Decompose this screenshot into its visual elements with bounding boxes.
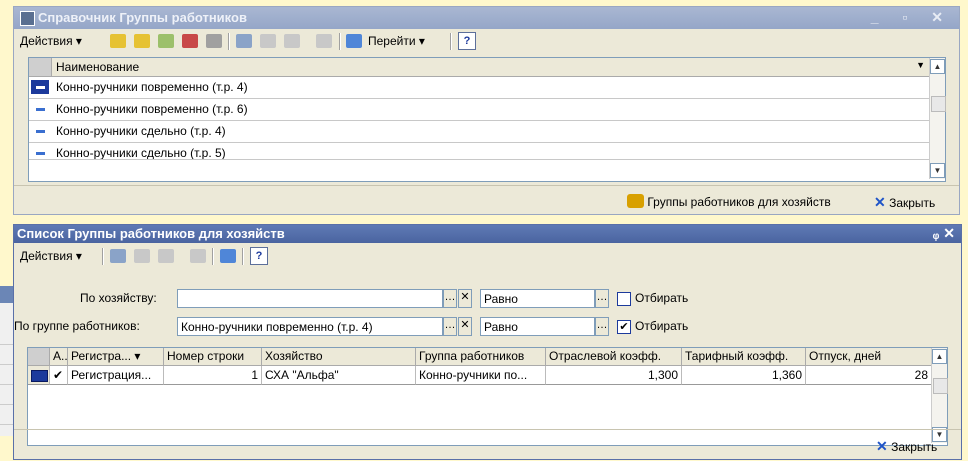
people-icon xyxy=(627,194,644,208)
condition-select-button[interactable]: … xyxy=(595,289,609,308)
window-title: Список Группы работников для хозяйств xyxy=(17,226,285,241)
scroll-thumb[interactable] xyxy=(933,378,948,394)
close-icon: ✕ xyxy=(876,438,888,454)
filter-icon[interactable] xyxy=(236,34,252,48)
filter-group-apply-label: Отбирать xyxy=(635,319,689,333)
cell-branch-coef[interactable]: 1,300 xyxy=(546,366,682,385)
window-title-bar: Список Группы работников для хозяйств ᵩ … xyxy=(14,225,961,243)
groups-for-farms-button[interactable]: Группы работников для хозяйств xyxy=(627,194,831,209)
column-line-number-header[interactable]: Номер строки xyxy=(164,348,262,365)
item-icon xyxy=(31,146,49,159)
column-tariff-coef-header[interactable]: Тарифный коэфф. xyxy=(682,348,806,365)
actions-menu[interactable]: Действия ▾ xyxy=(20,247,82,265)
toolbar: Действия ▾ ? xyxy=(14,244,961,268)
cell-active[interactable]: ✔ xyxy=(50,366,68,385)
filter-farm-input[interactable] xyxy=(177,289,443,308)
filter-group-condition[interactable]: Равно xyxy=(480,317,595,336)
list-item[interactable]: Конно-ручники сдельно (т.р. 5) xyxy=(29,143,929,160)
item-icon xyxy=(31,124,49,138)
scroll-thumb[interactable] xyxy=(931,96,946,112)
list-header: Наименование ▼ xyxy=(29,58,929,77)
column-farm-header[interactable]: Хозяйство xyxy=(262,348,416,365)
item-icon xyxy=(31,102,49,116)
window-footer: ✕ Закрыть xyxy=(14,429,961,460)
scroll-down-icon[interactable]: ▼ xyxy=(930,163,945,178)
help-button[interactable]: ? xyxy=(250,247,268,265)
list-item[interactable]: Конно-ручники повременно (т.р. 4) xyxy=(29,77,929,99)
clear-icon[interactable]: ✕ xyxy=(458,317,472,336)
list-view-icon[interactable] xyxy=(284,34,300,48)
list-view-icon[interactable] xyxy=(158,249,174,263)
cell-registrar[interactable]: Регистрация... xyxy=(68,366,164,385)
add-group-icon[interactable] xyxy=(134,34,150,48)
farm-groups-list-window: Список Группы работников для хозяйств ᵩ … xyxy=(13,224,962,460)
filter-farm-condition[interactable]: Равно xyxy=(480,289,595,308)
item-icon xyxy=(31,80,49,94)
refresh-icon[interactable] xyxy=(346,34,362,48)
cell-leave-days[interactable]: 28 xyxy=(806,366,931,385)
close-icon: ✕ xyxy=(874,194,886,210)
list-item[interactable]: Конно-ручники повременно (т.р. 6) xyxy=(29,99,929,121)
window-controls[interactable]: _ ▫ ✕ xyxy=(871,9,953,26)
clear-filter-icon[interactable] xyxy=(190,249,206,263)
condition-select-button[interactable]: … xyxy=(595,317,609,336)
scroll-up-icon[interactable]: ▲ xyxy=(932,349,947,364)
clear-icon[interactable]: ✕ xyxy=(458,289,472,308)
clear-filter-icon[interactable] xyxy=(316,34,332,48)
edit-icon[interactable] xyxy=(182,34,198,48)
chevron-down-icon[interactable]: ▼ xyxy=(916,60,925,70)
filter-farm-checkbox[interactable] xyxy=(617,292,631,306)
table-header: А... Регистра... ▾ Номер строки Хозяйств… xyxy=(28,348,931,366)
select-button[interactable]: … xyxy=(443,289,457,308)
record-icon xyxy=(31,370,48,382)
list-item[interactable]: Конно-ручники сдельно (т.р. 4) xyxy=(29,121,929,143)
column-registrar-header[interactable]: Регистра... ▾ xyxy=(68,348,164,365)
cell-farm[interactable]: СХА "Альфа" xyxy=(262,366,416,385)
add-item-icon[interactable] xyxy=(110,34,126,48)
cell-line-number[interactable]: 1 xyxy=(164,366,262,385)
column-group-header[interactable]: Группа работников xyxy=(416,348,546,365)
window-controls[interactable]: ᵩ ✕ xyxy=(933,225,955,242)
goto-menu[interactable]: Перейти ▾ xyxy=(368,32,425,50)
hierarchy-icon[interactable] xyxy=(260,34,276,48)
copy-icon[interactable] xyxy=(158,34,174,48)
hierarchy-icon[interactable] xyxy=(134,249,150,263)
refresh-icon[interactable] xyxy=(220,249,236,263)
actions-menu[interactable]: Действия ▾ xyxy=(20,32,82,50)
catalog-icon xyxy=(20,11,35,26)
cell-tariff-coef[interactable]: 1,360 xyxy=(682,366,806,385)
column-name-header[interactable]: Наименование xyxy=(56,60,139,74)
close-button[interactable]: ✕ Закрыть xyxy=(874,194,935,211)
close-button[interactable]: ✕ Закрыть xyxy=(876,438,937,455)
filter-icon[interactable] xyxy=(110,249,126,263)
vertical-scrollbar[interactable]: ▲ ▼ xyxy=(929,58,946,179)
column-active-header[interactable]: А... xyxy=(50,348,68,365)
help-button[interactable]: ? xyxy=(458,32,476,50)
filter-group-input[interactable]: Конно-ручники повременно (т.р. 4) xyxy=(177,317,443,336)
filter-group-checkbox[interactable]: ✔ xyxy=(617,320,631,334)
select-button[interactable]: … xyxy=(443,317,457,336)
scroll-up-icon[interactable]: ▲ xyxy=(930,59,945,74)
filter-farm-label: По хозяйству: xyxy=(80,291,157,305)
column-branch-coef-header[interactable]: Отраслевой коэфф. xyxy=(546,348,682,365)
delete-icon[interactable] xyxy=(206,34,222,48)
groups-catalog-window: Справочник Группы работников _ ▫ ✕ Дейст… xyxy=(13,6,960,215)
toolbar: Действия ▾ Перейти ▾ ? xyxy=(14,29,959,53)
window-title-bar: Справочник Группы работников _ ▫ ✕ xyxy=(14,7,959,29)
column-leave-header[interactable]: Отпуск, дней xyxy=(806,348,931,365)
filter-group-label: По группе работников: xyxy=(14,319,140,333)
window-title: Справочник Группы работников xyxy=(38,10,247,25)
filter-farm-apply-label: Отбирать xyxy=(635,291,689,305)
groups-list: Наименование ▼ Конно-ручники повременно … xyxy=(28,57,946,182)
cell-group[interactable]: Конно-ручники по... xyxy=(416,366,546,385)
window-footer: Группы работников для хозяйств ✕ Закрыть xyxy=(14,185,959,215)
